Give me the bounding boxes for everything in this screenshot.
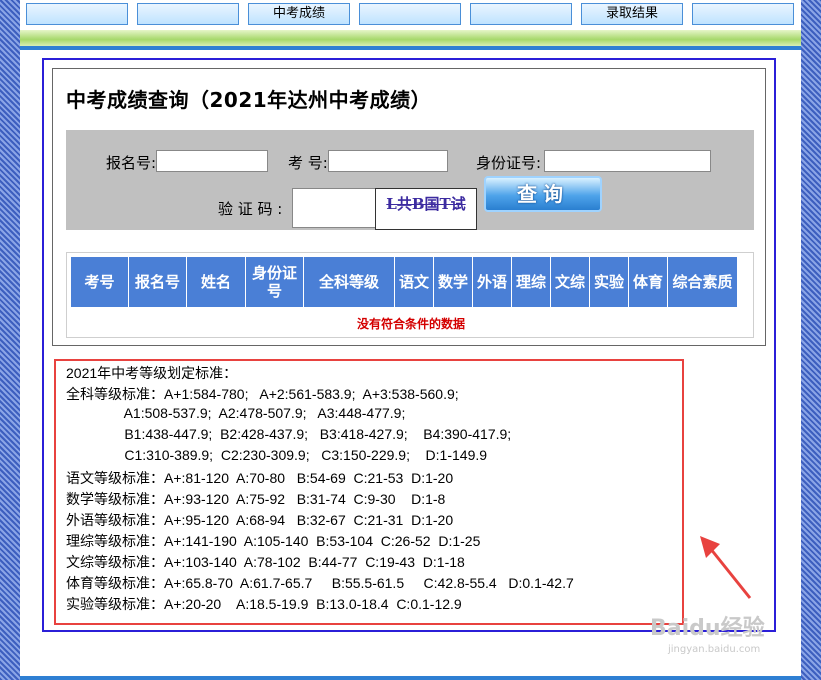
id-number-label: 身份证号:	[476, 154, 542, 172]
results-table-grid: 考号 报名号 姓名 身份证号 全科等级 语文 数学 外语 理综 文综 实验 体育…	[70, 256, 738, 308]
grading-standards: 2021年中考等级划定标准： 全科等级标准：A+1:584-780; A+2:5…	[54, 359, 684, 625]
page-title: 中考成绩查询（2021年达州中考成绩）	[66, 88, 432, 112]
captcha-input[interactable]	[292, 188, 376, 228]
col-header-name: 姓名	[187, 257, 245, 307]
nav-item-admission-results[interactable]: 录取结果	[581, 3, 683, 25]
col-header-humanities: 文综	[551, 257, 589, 307]
bottom-bar	[20, 676, 801, 680]
standards-line: C1:310-389.9; C2:230-309.9; C3:150-229.9…	[66, 447, 488, 463]
col-header-math: 数学	[434, 257, 472, 307]
col-header-foreign-lang: 外语	[473, 257, 511, 307]
top-nav: 中考成绩 录取结果	[20, 0, 801, 30]
results-table: 考号 报名号 姓名 身份证号 全科等级 语文 数学 外语 理综 文综 实验 体育…	[66, 252, 754, 338]
col-header-reg-no: 报名号	[129, 257, 186, 307]
standards-line: B1:438-447.9; B2:428-437.9; B3:418-427.9…	[66, 426, 512, 442]
col-header-quality: 综合素质	[668, 257, 737, 307]
col-header-pe: 体育	[629, 257, 667, 307]
table-header-row: 考号 报名号 姓名 身份证号 全科等级 语文 数学 外语 理综 文综 实验 体育…	[71, 257, 737, 307]
main-panel: 中考成绩查询（2021年达州中考成绩） 报名号: 考 号: 身份证号: 验 证 …	[20, 50, 801, 680]
query-form: 报名号: 考 号: 身份证号: 验 证 码 : L共B国T试 查询	[66, 130, 754, 230]
exam-number-input[interactable]	[328, 150, 448, 172]
standards-line: 实验等级标准：A+:20-20 A:18.5-19.9 B:13.0-18.4 …	[66, 596, 462, 612]
baidu-watermark-url: jingyan.baidu.com	[668, 644, 761, 655]
col-header-experiment: 实验	[590, 257, 628, 307]
nav-item-exam-scores[interactable]: 中考成绩	[248, 3, 350, 25]
standards-line: 文综等级标准：A+:103-140 A:78-102 B:44-77 C:19-…	[66, 554, 465, 570]
standards-line: 体育等级标准：A+:65.8-70 A:61.7-65.7 B:55.5-61.…	[66, 575, 574, 591]
col-header-chinese: 语文	[395, 257, 433, 307]
standards-line: 外语等级标准：A+:95-120 A:68-94 B:32-67 C:21-31…	[66, 512, 454, 528]
reg-number-label: 报名号:	[106, 154, 157, 172]
standards-line: 理综等级标准：A+:141-190 A:105-140 B:53-104 C:2…	[66, 533, 481, 549]
nav-item-5[interactable]	[470, 3, 572, 25]
exam-number-label: 考 号:	[288, 154, 328, 172]
col-header-overall-grade: 全科等级	[304, 257, 394, 307]
col-header-exam-no: 考号	[71, 257, 128, 307]
green-banner	[20, 30, 801, 46]
standards-line: 2021年中考等级划定标准：	[66, 365, 238, 381]
standards-line: 语文等级标准：A+:81-120 A:70-80 B:54-69 C:21-53…	[66, 470, 454, 486]
standards-line: A1:508-537.9; A2:478-507.9; A3:448-477.9…	[66, 405, 406, 421]
nav-item-4[interactable]	[359, 3, 461, 25]
query-button[interactable]: 查询	[484, 176, 602, 212]
standards-line: 数学等级标准：A+:93-120 A:75-92 B:31-74 C:9-30 …	[66, 491, 446, 507]
standards-line: 全科等级标准：A+1:584-780; A+2:561-583.9; A+3:5…	[66, 386, 459, 402]
empty-message: 没有符合条件的数据	[356, 317, 465, 331]
id-number-input[interactable]	[544, 150, 711, 172]
nav-item-1[interactable]	[26, 3, 128, 25]
captcha-label: 验 证 码 :	[218, 200, 283, 218]
col-header-science: 理综	[512, 257, 550, 307]
reg-number-input[interactable]	[156, 150, 268, 172]
arrow-annotation-icon	[700, 536, 752, 599]
nav-item-7[interactable]	[692, 3, 794, 25]
nav-item-2[interactable]	[137, 3, 239, 25]
baidu-watermark: Baidu经验	[650, 616, 765, 641]
captcha-image[interactable]: L共B国T试	[375, 188, 477, 230]
col-header-id-no: 身份证号	[246, 257, 303, 307]
